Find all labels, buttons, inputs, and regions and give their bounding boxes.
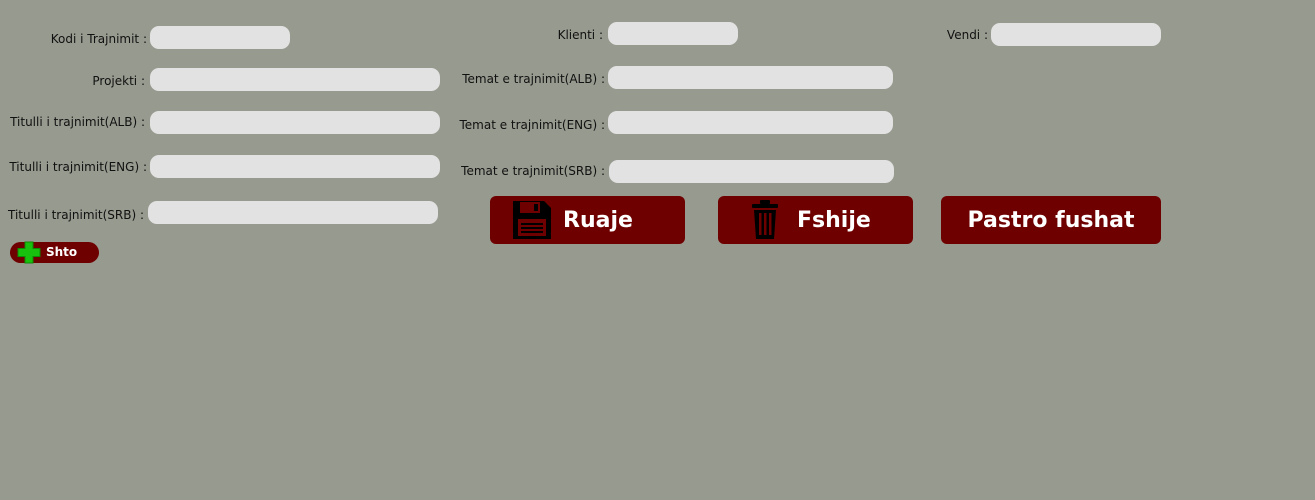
save-button[interactable]: Ruaje <box>490 196 685 244</box>
temat-srb-input[interactable] <box>609 160 894 183</box>
clear-fields-button-label: Pastro fushat <box>967 207 1135 233</box>
vendi-input[interactable] <box>991 23 1161 46</box>
titulli-srb-input[interactable] <box>148 201 438 224</box>
vendi-label: Vendi : <box>946 28 988 42</box>
add-button-label: Shto <box>46 245 78 259</box>
add-button[interactable]: Shto <box>10 241 99 264</box>
titulli-eng-label: Titulli i trajnimit(ENG) : <box>9 160 147 174</box>
temat-alb-input[interactable] <box>608 66 893 89</box>
kodi-input[interactable] <box>150 26 290 49</box>
klienti-input[interactable] <box>608 22 738 45</box>
titulli-alb-input[interactable] <box>150 111 440 134</box>
titulli-alb-label: Titulli i trajnimit(ALB) : <box>10 115 145 129</box>
delete-button-label: Fshije <box>797 207 871 233</box>
projekti-label: Projekti : <box>92 74 145 88</box>
klienti-label: Klienti : <box>557 28 603 42</box>
titulli-srb-label: Titulli i trajnimit(SRB) : <box>8 208 144 222</box>
floppy-disk-icon <box>513 201 551 239</box>
temat-srb-label: Temat e trajnimit(SRB) : <box>461 164 605 178</box>
titulli-eng-input[interactable] <box>150 155 440 178</box>
projekti-input[interactable] <box>150 68 440 91</box>
delete-button[interactable]: Fshije <box>718 196 913 244</box>
clear-fields-button[interactable]: Pastro fushat <box>941 196 1161 244</box>
plus-icon <box>17 241 41 264</box>
temat-alb-label: Temat e trajnimit(ALB) : <box>462 72 605 86</box>
trash-icon <box>752 200 778 239</box>
temat-eng-input[interactable] <box>608 111 893 134</box>
temat-eng-label: Temat e trajnimit(ENG) : <box>459 118 605 132</box>
kodi-label: Kodi i Trajnimit : <box>50 32 147 46</box>
save-button-label: Ruaje <box>563 207 633 233</box>
